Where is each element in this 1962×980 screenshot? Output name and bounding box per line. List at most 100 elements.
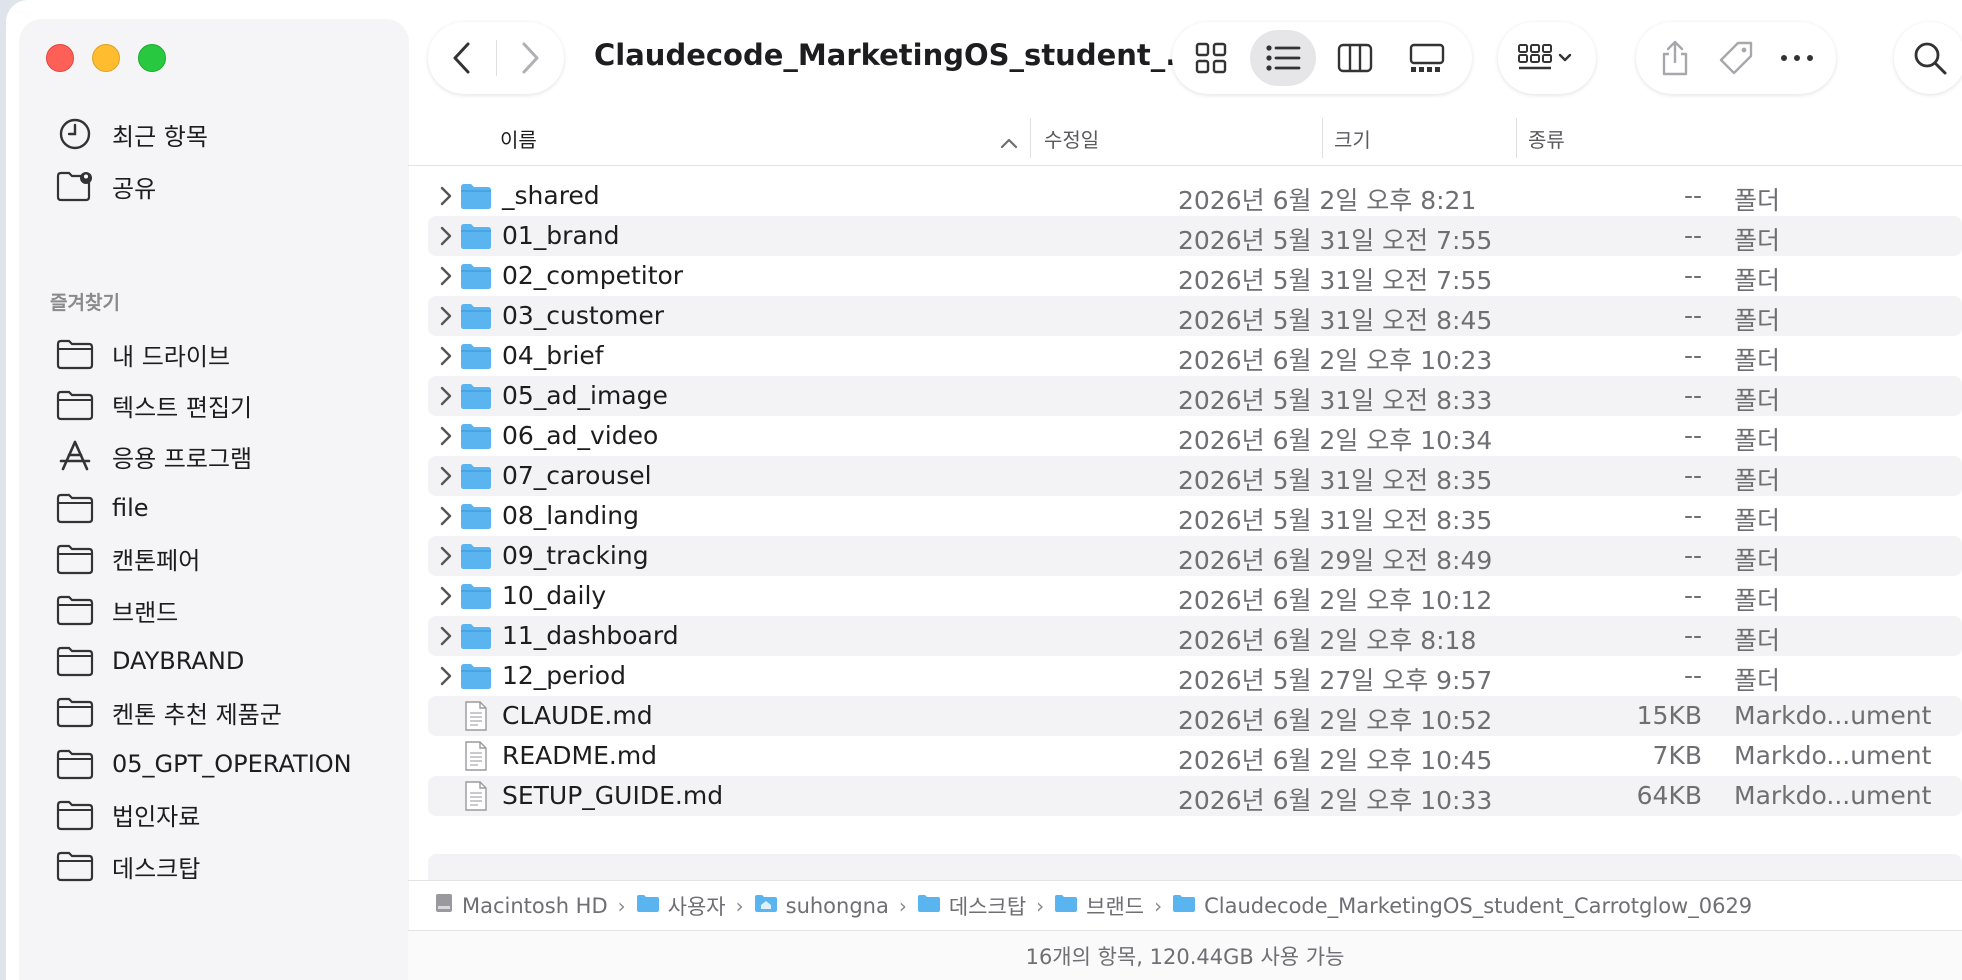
share-button[interactable] — [1647, 30, 1703, 86]
table-row[interactable]: CLAUDE.md 2026년 6월 2일 오후 10:52 15KB Markdo.… — [428, 696, 1962, 736]
file-name: 06_ad_video — [502, 421, 659, 450]
minimize-button[interactable] — [92, 44, 120, 72]
column-name[interactable]: 이름 — [500, 124, 537, 153]
disclosure-chevron-icon[interactable] — [434, 664, 458, 688]
modified-date: 2026년 5월 31일 오전 7:55 — [1178, 226, 1493, 255]
column-kind[interactable]: 종류 — [1528, 124, 1565, 153]
share-icon — [1662, 40, 1687, 76]
file-name: 02_competitor — [502, 261, 684, 290]
table-row[interactable]: 07_carousel 2026년 5월 31일 오전 8:35 -- 폴더 — [428, 456, 1962, 496]
table-row[interactable]: README.md 2026년 6월 2일 오후 10:45 7KB Markdo..… — [428, 736, 1962, 776]
table-row[interactable]: 01_brand 2026년 5월 31일 오전 7:55 -- 폴더 — [428, 216, 1962, 256]
sidebar-item-favorite[interactable]: DAYBRAND — [56, 639, 244, 683]
disclosure-chevron-icon[interactable] — [434, 624, 458, 648]
sidebar-item-favorite[interactable]: 내 드라이브 — [56, 332, 230, 376]
search-button[interactable] — [1894, 22, 1962, 94]
window-title: Claudecode_MarketingOS_student_... — [594, 38, 1199, 72]
disclosure-chevron-icon[interactable] — [434, 224, 458, 248]
modified-date: 2026년 6월 29일 오전 8:49 — [1178, 546, 1493, 575]
icon-view-icon — [1195, 42, 1227, 74]
list-view-button[interactable] — [1250, 30, 1316, 86]
sidebar-item-label: 최근 항목 — [112, 122, 208, 151]
path-crumb[interactable]: suhongna — [754, 893, 889, 918]
file-size: -- — [1683, 581, 1702, 610]
disclosure-chevron-icon[interactable] — [434, 504, 458, 528]
sidebar-item-label: 응용 프로그램 — [112, 444, 253, 473]
table-row[interactable]: 02_competitor 2026년 5월 31일 오전 7:55 -- 폴더 — [428, 256, 1962, 296]
close-button[interactable] — [46, 44, 74, 72]
folder-icon — [56, 847, 94, 885]
zoom-button[interactable] — [138, 44, 166, 72]
disclosure-chevron-icon[interactable] — [434, 464, 458, 488]
column-modified[interactable]: 수정일 — [1044, 124, 1099, 153]
sidebar-item-label: file — [112, 493, 149, 522]
disclosure-chevron-icon[interactable] — [434, 344, 458, 368]
folder-icon — [460, 301, 492, 331]
folder-icon — [460, 261, 492, 291]
sidebar-item-favorite[interactable]: 캔톤페어 — [56, 537, 200, 581]
disk-icon — [434, 892, 454, 919]
table-row[interactable]: 06_ad_video 2026년 6월 2일 오후 10:34 -- 폴더 — [428, 416, 1962, 456]
gallery-view-button[interactable] — [1394, 30, 1460, 86]
disclosure-chevron-icon[interactable] — [434, 304, 458, 328]
disclosure-chevron-icon[interactable] — [434, 264, 458, 288]
table-row[interactable]: 04_brief 2026년 6월 2일 오후 10:23 -- 폴더 — [428, 336, 1962, 376]
table-row[interactable]: 10_daily 2026년 6월 2일 오후 10:12 -- 폴더 — [428, 576, 1962, 616]
table-row[interactable]: 12_period 2026년 5월 27일 오후 9:57 -- 폴더 — [428, 656, 1962, 696]
path-crumb[interactable]: Claudecode_MarketingOS_student_Carrotglo… — [1172, 893, 1752, 918]
column-size[interactable]: 크기 — [1334, 124, 1371, 153]
sidebar-item-favorite[interactable]: 브랜드 — [56, 588, 178, 632]
file-size: -- — [1683, 661, 1702, 690]
table-row[interactable]: 03_customer 2026년 5월 31일 오전 8:45 -- 폴더 — [428, 296, 1962, 336]
file-name: CLAUDE.md — [502, 701, 653, 730]
disclosure-chevron-icon[interactable] — [434, 584, 458, 608]
shared-folder-icon — [56, 167, 94, 205]
file-name: 10_daily — [502, 581, 607, 610]
path-crumb-label: 브랜드 — [1086, 894, 1145, 919]
sidebar-item-favorite[interactable]: 법인자료 — [56, 793, 200, 837]
sidebar-item-label: 켄톤 추천 제품군 — [112, 700, 282, 729]
file-kind: 폴더 — [1734, 466, 1781, 495]
column-header: 이름 수정일 크기 종류 — [408, 112, 1962, 166]
file-size: -- — [1683, 221, 1702, 250]
chevron-right-icon — [522, 42, 539, 74]
tag-button[interactable] — [1708, 30, 1764, 86]
modified-date: 2026년 6월 2일 오후 8:21 — [1178, 186, 1477, 215]
sort-ascending-icon[interactable] — [1000, 130, 1018, 154]
sidebar-item-recents[interactable]: 최근 항목 — [56, 112, 208, 156]
file-kind: 폴더 — [1734, 346, 1781, 375]
sidebar-item-favorite[interactable]: 텍스트 편집기 — [56, 383, 252, 427]
table-row[interactable]: 05_ad_image 2026년 5월 31일 오전 8:33 -- 폴더 — [428, 376, 1962, 416]
modified-date: 2026년 5월 31일 오전 8:45 — [1178, 306, 1493, 335]
group-by-button[interactable] — [1498, 22, 1596, 94]
path-crumb[interactable]: Macintosh HD — [434, 892, 608, 919]
column-view-icon — [1337, 43, 1373, 73]
disclosure-chevron-icon[interactable] — [434, 544, 458, 568]
path-crumb[interactable]: 사용자 — [636, 891, 726, 921]
more-button[interactable] — [1769, 30, 1825, 86]
icon-view-button[interactable] — [1178, 30, 1244, 86]
disclosure-chevron-icon[interactable] — [434, 384, 458, 408]
sidebar-item-favorite[interactable]: file — [56, 486, 149, 530]
back-button[interactable] — [428, 22, 496, 94]
folder-icon — [460, 381, 492, 411]
file-size: -- — [1683, 301, 1702, 330]
table-row[interactable]: _shared 2026년 6월 2일 오후 8:21 -- 폴더 — [428, 176, 1962, 216]
table-row[interactable]: SETUP_GUIDE.md 2026년 6월 2일 오후 10:33 64KB Ma… — [428, 776, 1962, 816]
chevron-right-icon: › — [898, 893, 907, 918]
path-crumb[interactable]: 데스크탑 — [917, 891, 1026, 921]
table-row[interactable]: 08_landing 2026년 5월 31일 오전 8:35 -- 폴더 — [428, 496, 1962, 536]
sidebar-item-favorite[interactable]: 응용 프로그램 — [56, 434, 252, 478]
sidebar-item-shared[interactable]: 공유 — [56, 164, 156, 208]
sidebar-item-favorite[interactable]: 데스크탑 — [56, 844, 200, 888]
table-row[interactable]: 11_dashboard 2026년 6월 2일 오후 8:18 -- 폴더 — [428, 616, 1962, 656]
table-row[interactable]: 09_tracking 2026년 6월 29일 오전 8:49 -- 폴더 — [428, 536, 1962, 576]
disclosure-chevron-icon[interactable] — [434, 184, 458, 208]
sidebar-item-favorite[interactable]: 켄톤 추천 제품군 — [56, 690, 282, 734]
path-crumb[interactable]: 브랜드 — [1054, 891, 1144, 921]
file-name: 07_carousel — [502, 461, 652, 490]
disclosure-chevron-icon[interactable] — [434, 424, 458, 448]
forward-button[interactable] — [497, 22, 565, 94]
column-view-button[interactable] — [1322, 30, 1388, 86]
sidebar-item-favorite[interactable]: 05_GPT_OPERATION — [56, 742, 352, 786]
